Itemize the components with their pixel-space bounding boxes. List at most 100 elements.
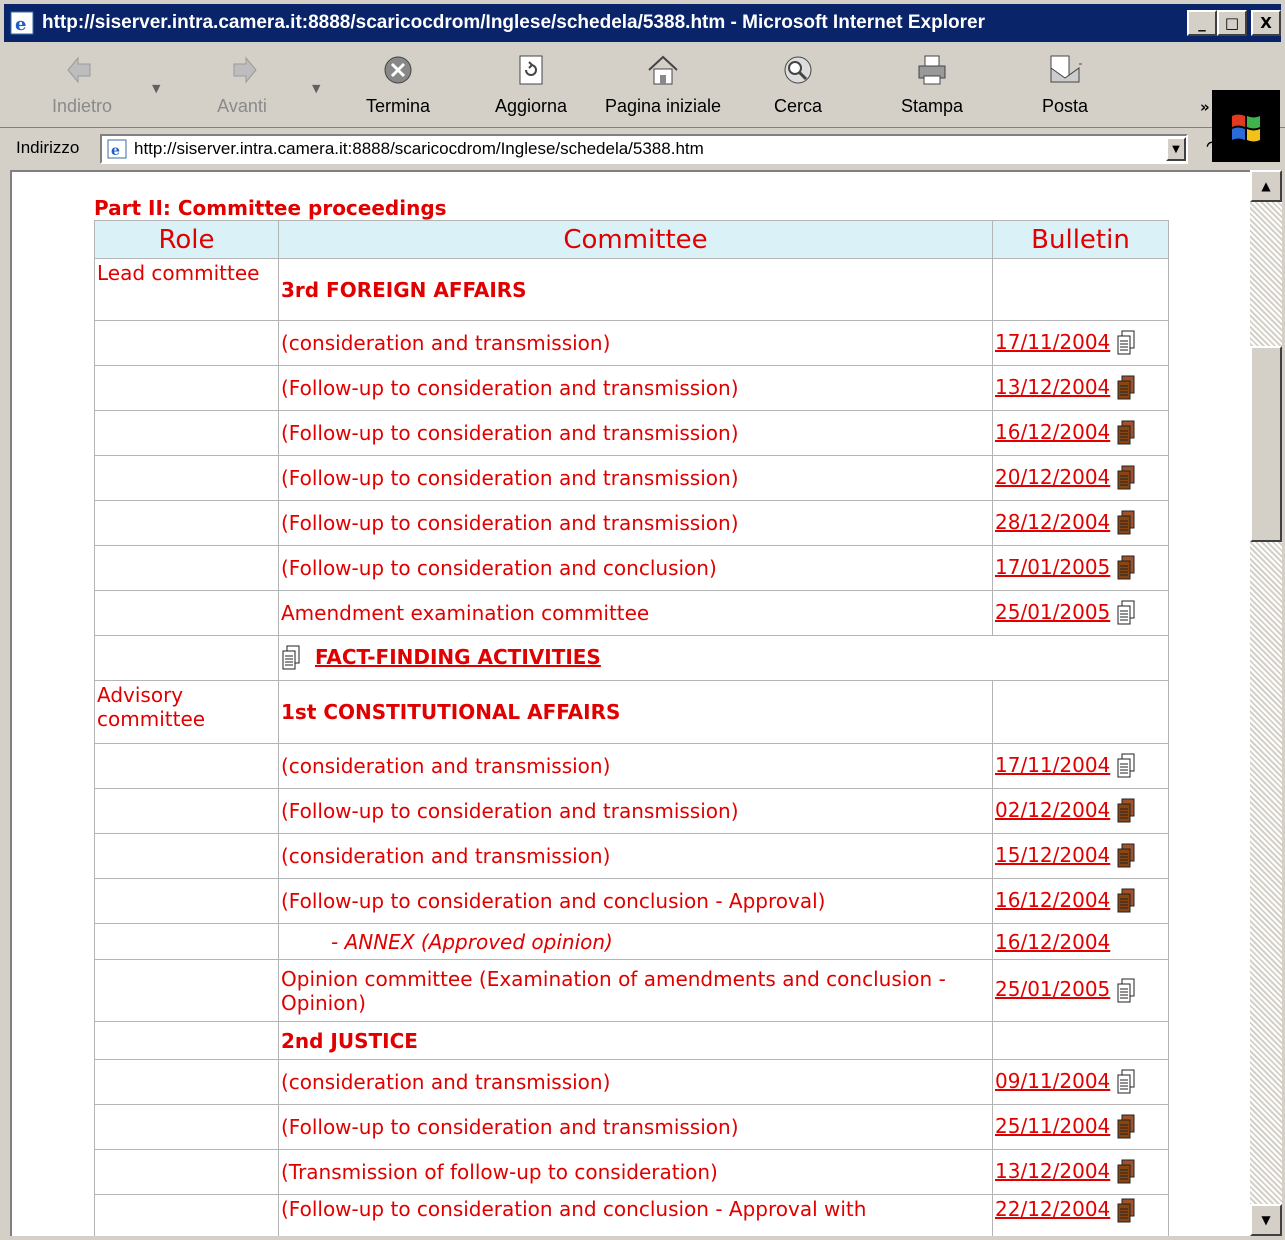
bulletin-link[interactable]: 02/12/2004: [995, 798, 1110, 822]
bulletin-cell: 28/12/2004: [992, 500, 1169, 546]
table-row: (Follow-up to consideration and transmis…: [94, 365, 1169, 411]
committee-name: 2nd JUSTICE: [278, 1021, 993, 1060]
search-button[interactable]: Cerca: [766, 50, 830, 117]
bulletin-link[interactable]: 25/01/2005: [995, 600, 1110, 624]
committee-name: 3rd FOREIGN AFFAIRS: [278, 258, 993, 321]
scroll-up-button[interactable]: ▲: [1250, 170, 1282, 202]
search-icon: [784, 56, 812, 84]
committee-table: Role Committee Bulletin Lead committee 3…: [94, 220, 1169, 1236]
table-row: (Follow-up to consideration and transmis…: [94, 500, 1169, 546]
document-icon[interactable]: [1116, 1159, 1136, 1185]
bulletin-cell: [992, 258, 1169, 321]
document-icon[interactable]: [1116, 1198, 1136, 1224]
bulletin-link[interactable]: 13/12/2004: [995, 375, 1110, 399]
minimize-button[interactable]: _: [1187, 10, 1217, 36]
bulletin-link[interactable]: 13/12/2004: [995, 1159, 1110, 1183]
table-row: (Follow-up to consideration and conclusi…: [94, 878, 1169, 924]
document-icon[interactable]: [1116, 600, 1136, 626]
stop-button[interactable]: Termina: [356, 50, 440, 117]
bulletin-link[interactable]: 17/11/2004: [995, 753, 1110, 777]
table-row: Opinion committee (Examination of amendm…: [94, 959, 1169, 1022]
committee-cell: (consideration and transmission): [278, 1059, 993, 1105]
window-title: http://siserver.intra.camera.it:8888/sca…: [42, 12, 985, 33]
table-row: (Transmission of follow-up to considerat…: [94, 1149, 1169, 1195]
document-icon[interactable]: [1116, 555, 1136, 581]
forward-arrow-icon: [233, 56, 257, 84]
bulletin-cell: 15/12/2004: [992, 833, 1169, 879]
title-bar: e http://siserver.intra.camera.it:8888/s…: [4, 4, 1281, 42]
committee-cell: (Follow-up to consideration and transmis…: [278, 365, 993, 411]
go-label: Vai: [1220, 138, 1244, 157]
document-icon[interactable]: [1116, 978, 1136, 1004]
bulletin-cell: 25/11/2004: [992, 1104, 1169, 1150]
document-icon[interactable]: [1116, 798, 1136, 824]
maximize-button[interactable]: □: [1217, 10, 1247, 36]
document-icon[interactable]: [1116, 888, 1136, 914]
vertical-scrollbar[interactable]: ▲ ▼: [1250, 170, 1282, 1236]
address-dropdown-icon[interactable]: ▼: [1166, 137, 1186, 161]
bulletin-link[interactable]: 17/01/2005: [995, 555, 1110, 579]
document-icon[interactable]: [1116, 420, 1136, 446]
committee-cell: (Follow-up to consideration and conclusi…: [278, 1194, 993, 1236]
bulletin-link[interactable]: 16/12/2004: [995, 888, 1110, 912]
document-icon[interactable]: [1116, 330, 1136, 356]
document-icon[interactable]: [1116, 375, 1136, 401]
bulletin-cell: 17/11/2004: [992, 743, 1169, 789]
refresh-button[interactable]: Aggiorna: [488, 50, 574, 117]
bulletin-link[interactable]: 16/12/2004: [995, 420, 1110, 444]
address-label: Indirizzo: [16, 138, 80, 157]
svg-text:e: e: [111, 143, 120, 159]
document-icon[interactable]: [1116, 843, 1136, 869]
back-dropdown-icon[interactable]: ▼: [152, 82, 160, 95]
document-icon[interactable]: [1116, 1069, 1136, 1095]
bulletin-link[interactable]: 09/11/2004: [995, 1069, 1110, 1093]
home-button[interactable]: Pagina iniziale: [598, 50, 728, 117]
committee-cell: (consideration and transmission): [278, 743, 993, 789]
print-button[interactable]: Stampa: [894, 50, 970, 117]
document-icon[interactable]: [1116, 465, 1136, 491]
address-input[interactable]: e http://siserver.intra.camera.it:8888/s…: [100, 134, 1188, 164]
back-button[interactable]: Indietro: [44, 50, 120, 117]
bulletin-link[interactable]: 17/11/2004: [995, 330, 1110, 354]
document-icon[interactable]: [1116, 753, 1136, 779]
role-cell: [94, 878, 279, 924]
scrollbar-thumb[interactable]: [1250, 346, 1282, 542]
bulletin-link[interactable]: 22/12/2004: [995, 1197, 1110, 1221]
mail-button[interactable]: Posta: [1030, 50, 1100, 117]
document-icon[interactable]: [281, 645, 301, 671]
committee-cell: (Follow-up to consideration and conclusi…: [278, 545, 993, 591]
committee-cell: (Follow-up to consideration and transmis…: [278, 455, 993, 501]
bulletin-link[interactable]: 28/12/2004: [995, 510, 1110, 534]
role-cell: [94, 500, 279, 546]
committee-cell: Amendment examination committee: [278, 590, 993, 636]
forward-button[interactable]: Avanti: [204, 50, 280, 117]
bulletin-link[interactable]: 20/12/2004: [995, 465, 1110, 489]
bulletin-link[interactable]: 16/12/2004: [995, 930, 1110, 954]
bulletin-cell: 22/12/2004: [992, 1194, 1169, 1236]
go-button[interactable]: ↷Vai: [1206, 138, 1244, 158]
bulletin-cell: 16/12/2004: [992, 878, 1169, 924]
role-cell: [94, 1021, 279, 1060]
forward-dropdown-icon[interactable]: ▼: [312, 82, 320, 95]
document-icon[interactable]: [1116, 510, 1136, 536]
bulletin-link[interactable]: 25/01/2005: [995, 977, 1110, 1001]
bulletin-cell: 13/12/2004: [992, 1149, 1169, 1195]
bulletin-link[interactable]: 25/11/2004: [995, 1114, 1110, 1138]
table-row: Lead committee 3rd FOREIGN AFFAIRS: [94, 258, 1169, 321]
close-button[interactable]: X: [1251, 10, 1281, 36]
bulletin-cell: 16/12/2004: [992, 410, 1169, 456]
committee-cell: Opinion committee (Examination of amendm…: [278, 959, 993, 1022]
toolbar-overflow-button[interactable]: »: [1200, 98, 1210, 116]
scroll-down-button[interactable]: ▼: [1250, 1204, 1282, 1236]
toolbar: Indietro ▼ Avanti ▼ Termina Aggiorna Pag…: [0, 42, 1285, 162]
bulletin-cell: 02/12/2004: [992, 788, 1169, 834]
ie-page-icon: e: [107, 139, 127, 159]
bulletin-link[interactable]: 15/12/2004: [995, 843, 1110, 867]
fact-finding-link[interactable]: FACT-FINDING ACTIVITIES: [315, 645, 601, 669]
document-icon[interactable]: [1116, 1114, 1136, 1140]
table-row: (Follow-up to consideration and conclusi…: [94, 545, 1169, 591]
mail-icon: [1050, 55, 1082, 83]
table-row: FACT-FINDING ACTIVITIES: [94, 635, 1169, 681]
bulletin-cell: 25/01/2005: [992, 959, 1169, 1022]
fact-finding-cell: FACT-FINDING ACTIVITIES: [278, 635, 1169, 681]
